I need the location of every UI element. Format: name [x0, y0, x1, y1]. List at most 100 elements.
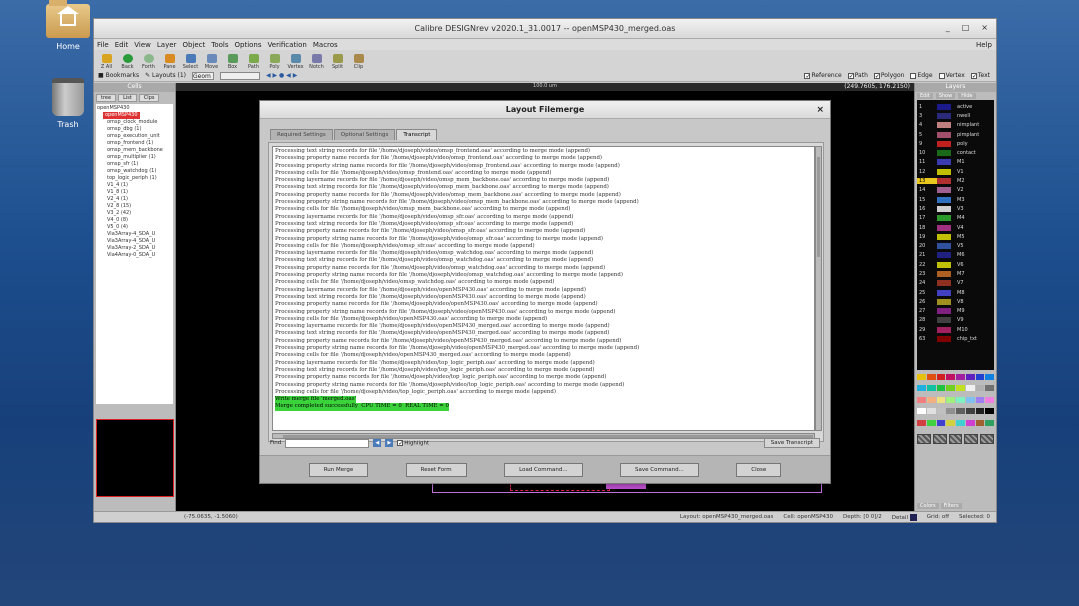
menu-view[interactable]: View [134, 41, 151, 49]
layer-row[interactable]: 10 contact [917, 148, 994, 157]
palette-swatch[interactable] [956, 385, 965, 392]
cell-tree-item[interactable]: omsp_dbg (1) [97, 126, 172, 133]
layer-row[interactable]: 13 M2 [917, 176, 994, 185]
palette-swatch[interactable] [965, 385, 975, 392]
cell-tree-item[interactable]: V4_0 (8) [97, 217, 172, 224]
cell-tree-item[interactable]: omsp_mem_backbone [97, 147, 172, 154]
edge-checkbox[interactable]: Edge [910, 72, 933, 79]
layer-row[interactable]: 17 M4 [917, 214, 994, 223]
reset-form-button[interactable]: Reset Form [405, 462, 467, 477]
cell-tree-item[interactable]: V5_0 (4) [97, 224, 172, 231]
layer-row[interactable]: 22 V6 [917, 260, 994, 269]
reference-checkbox[interactable]: Reference [804, 72, 842, 79]
layouts-button[interactable]: ✎ Layouts (1) [145, 72, 186, 79]
palette-swatch[interactable] [917, 396, 926, 403]
load-command-button[interactable]: Load Command... [504, 462, 583, 477]
cells-tab-list[interactable]: List [118, 94, 137, 102]
cell-tree-item[interactable]: top_logic_periph (1) [97, 175, 172, 182]
notch-tool[interactable]: Notch [308, 54, 325, 70]
palette-swatch[interactable] [956, 408, 965, 415]
window-titlebar[interactable]: Calibre DESIGNrev v2020.1_31.0017 -- ope… [94, 19, 996, 39]
palette-swatch[interactable] [936, 374, 946, 380]
layer-row[interactable]: 4 nimplant [917, 121, 994, 130]
cells-tab-clps[interactable]: Clps [138, 94, 160, 102]
cells-tab-tree[interactable]: tree [96, 94, 117, 102]
palette-swatch[interactable] [965, 408, 975, 415]
cell-tree-item[interactable]: Via4Array-0_SDA_U [97, 252, 172, 259]
transcript-text[interactable]: Processing text string records for file … [272, 146, 815, 431]
layer-row[interactable]: 3 nwell [917, 111, 994, 120]
menu-edit[interactable]: Edit [115, 41, 129, 49]
palette-swatch[interactable] [936, 385, 946, 392]
layer-row[interactable]: 26 V8 [917, 297, 994, 306]
palette-swatch[interactable] [965, 396, 975, 403]
cell-tree-item[interactable]: omsp_watchdog (1) [97, 168, 172, 175]
layer-row[interactable]: 11 M1 [917, 158, 994, 167]
bookmarks-button[interactable]: ■ Bookmarks [98, 72, 139, 79]
palette-swatch[interactable] [917, 408, 926, 415]
layer-row[interactable]: 28 V9 [917, 316, 994, 325]
cell-tree-item[interactable]: Via3Array-4_SDA_U [97, 231, 172, 238]
layer-row[interactable]: 12 V1 [917, 167, 994, 176]
save-command-button[interactable]: Save Command... [620, 462, 699, 477]
layer-row[interactable]: 15 M3 [917, 195, 994, 204]
palette-swatch[interactable] [985, 408, 994, 415]
fill-patterns[interactable] [917, 434, 994, 444]
cell-tree-item[interactable]: V2_8 (15) [97, 203, 172, 210]
layers-edit-button[interactable]: Edit [917, 93, 933, 99]
palette-swatch[interactable] [975, 396, 985, 403]
palette-swatch[interactable] [956, 419, 965, 426]
box-tool[interactable]: Box [224, 54, 241, 70]
layer-row[interactable]: 20 V5 [917, 241, 994, 250]
close-window-button[interactable]: × [981, 23, 988, 32]
select-tool[interactable]: Select [182, 54, 199, 70]
geom-select[interactable]: Geom [191, 71, 214, 80]
palette-swatch[interactable] [975, 419, 985, 426]
save-transcript-button[interactable]: Save Transcript [763, 438, 820, 448]
palette-swatch[interactable] [975, 374, 985, 380]
layers-tab-filters[interactable]: Filters [940, 503, 962, 509]
menu-tools[interactable]: Tools [211, 41, 228, 49]
tab-transcript[interactable]: Transcript [396, 129, 438, 140]
layer-row[interactable]: 1 active [917, 102, 994, 111]
find-input[interactable] [285, 438, 370, 448]
palette-swatch[interactable] [936, 419, 946, 426]
layer-row[interactable]: 29 M10 [917, 325, 994, 334]
path-checkbox[interactable]: Path [847, 72, 868, 79]
dialog-close-icon[interactable]: × [816, 101, 824, 119]
menu-help[interactable]: Help [976, 41, 992, 49]
palette-swatch[interactable] [917, 419, 926, 426]
poly-tool[interactable]: Poly [266, 54, 283, 70]
pane-tool[interactable]: Pane [161, 54, 178, 70]
close-button[interactable]: Close [736, 462, 782, 477]
menu-options[interactable]: Options [235, 41, 262, 49]
find-next-icon[interactable]: ▶ [385, 439, 394, 447]
palette-swatch[interactable] [956, 396, 965, 403]
text-checkbox[interactable]: Text [970, 72, 990, 79]
cell-tree-item[interactable]: omsp_clock_module [97, 119, 172, 126]
cell-tree-item[interactable]: Via3Array-2_SDA_U [97, 245, 172, 252]
palette-swatch[interactable] [975, 385, 985, 392]
menu-verification[interactable]: Verification [268, 41, 307, 49]
layer-row[interactable]: 18 V4 [917, 223, 994, 232]
layers-hide-button[interactable]: Hide [958, 93, 976, 99]
palette-swatch[interactable] [985, 374, 994, 380]
layer-row[interactable]: 63 chip_txt [917, 334, 994, 343]
layers-show-button[interactable]: Show [935, 93, 956, 99]
dialog-titlebar[interactable]: Layout Filemerge × [260, 101, 830, 119]
move-tool[interactable]: Move [203, 54, 220, 70]
cell-tree-item[interactable]: V1_4 (1) [97, 182, 172, 189]
maximize-button[interactable]: □ [962, 23, 970, 32]
menu-file[interactable]: File [97, 41, 109, 49]
find-previous-icon[interactable]: ◀ [373, 439, 382, 447]
cell-tree-item[interactable]: V3_2 (42) [97, 210, 172, 217]
home-folder-icon[interactable]: Home [38, 0, 98, 51]
split-tool[interactable]: Split [329, 54, 346, 70]
cell-tree-item[interactable]: V2_4 (1) [97, 196, 172, 203]
palette-swatch[interactable] [956, 374, 965, 380]
tab-optional-settings[interactable]: Optional Settings [333, 129, 396, 140]
menu-macros[interactable]: Macros [313, 41, 338, 49]
palette-swatch[interactable] [926, 419, 936, 426]
layer-row[interactable]: 16 V3 [917, 204, 994, 213]
back-tool[interactable]: Back [119, 54, 136, 70]
